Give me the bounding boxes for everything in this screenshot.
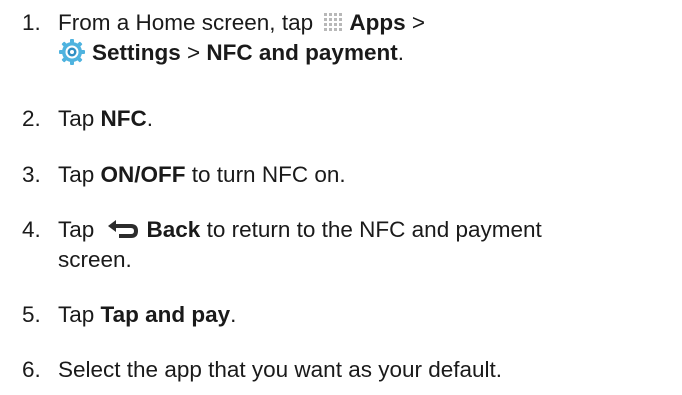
step-1-line-1: From a Home screen, tap Apps > — [58, 10, 425, 35]
step-text: Tap NFC. — [58, 106, 154, 131]
step-text: Tap ON/OFF to turn NFC on. — [58, 162, 346, 187]
step-4-line-2: screen. — [58, 247, 132, 272]
step-number: 6. — [22, 357, 41, 382]
step-number: 4. — [22, 217, 41, 242]
on-off-label: ON/OFF — [100, 162, 186, 187]
step-number: 5. — [22, 302, 41, 327]
step-number: 1. — [22, 10, 41, 35]
tap-and-pay-label: Tap and pay — [100, 302, 231, 327]
nfc-label: NFC — [100, 106, 147, 131]
step-number: 3. — [22, 162, 41, 187]
apps-label: Apps — [349, 10, 406, 35]
step-text: From a Home screen, tap Apps > Settings … — [58, 8, 678, 68]
settings-label: Settings — [92, 40, 181, 65]
nfc-and-payment-label: NFC and payment — [206, 40, 398, 65]
step-text: Tap Back to return to the NFC and paymen… — [58, 215, 678, 275]
apps-grid-icon — [323, 12, 345, 34]
step-number: 2. — [22, 106, 41, 131]
back-arrow-icon — [105, 219, 141, 241]
step-text: Select the app that you want as your def… — [58, 357, 503, 382]
step-4-line-1: Tap Back to return to the NFC and paymen… — [58, 217, 542, 242]
instruction-steps: 1. From a Home screen, tap Apps > Settin… — [0, 0, 682, 395]
step-text: Tap Tap and pay. — [58, 302, 237, 327]
settings-gear-icon — [58, 38, 86, 66]
back-label: Back — [146, 217, 201, 242]
step-1-line-2: Settings > NFC and payment. — [58, 38, 678, 68]
